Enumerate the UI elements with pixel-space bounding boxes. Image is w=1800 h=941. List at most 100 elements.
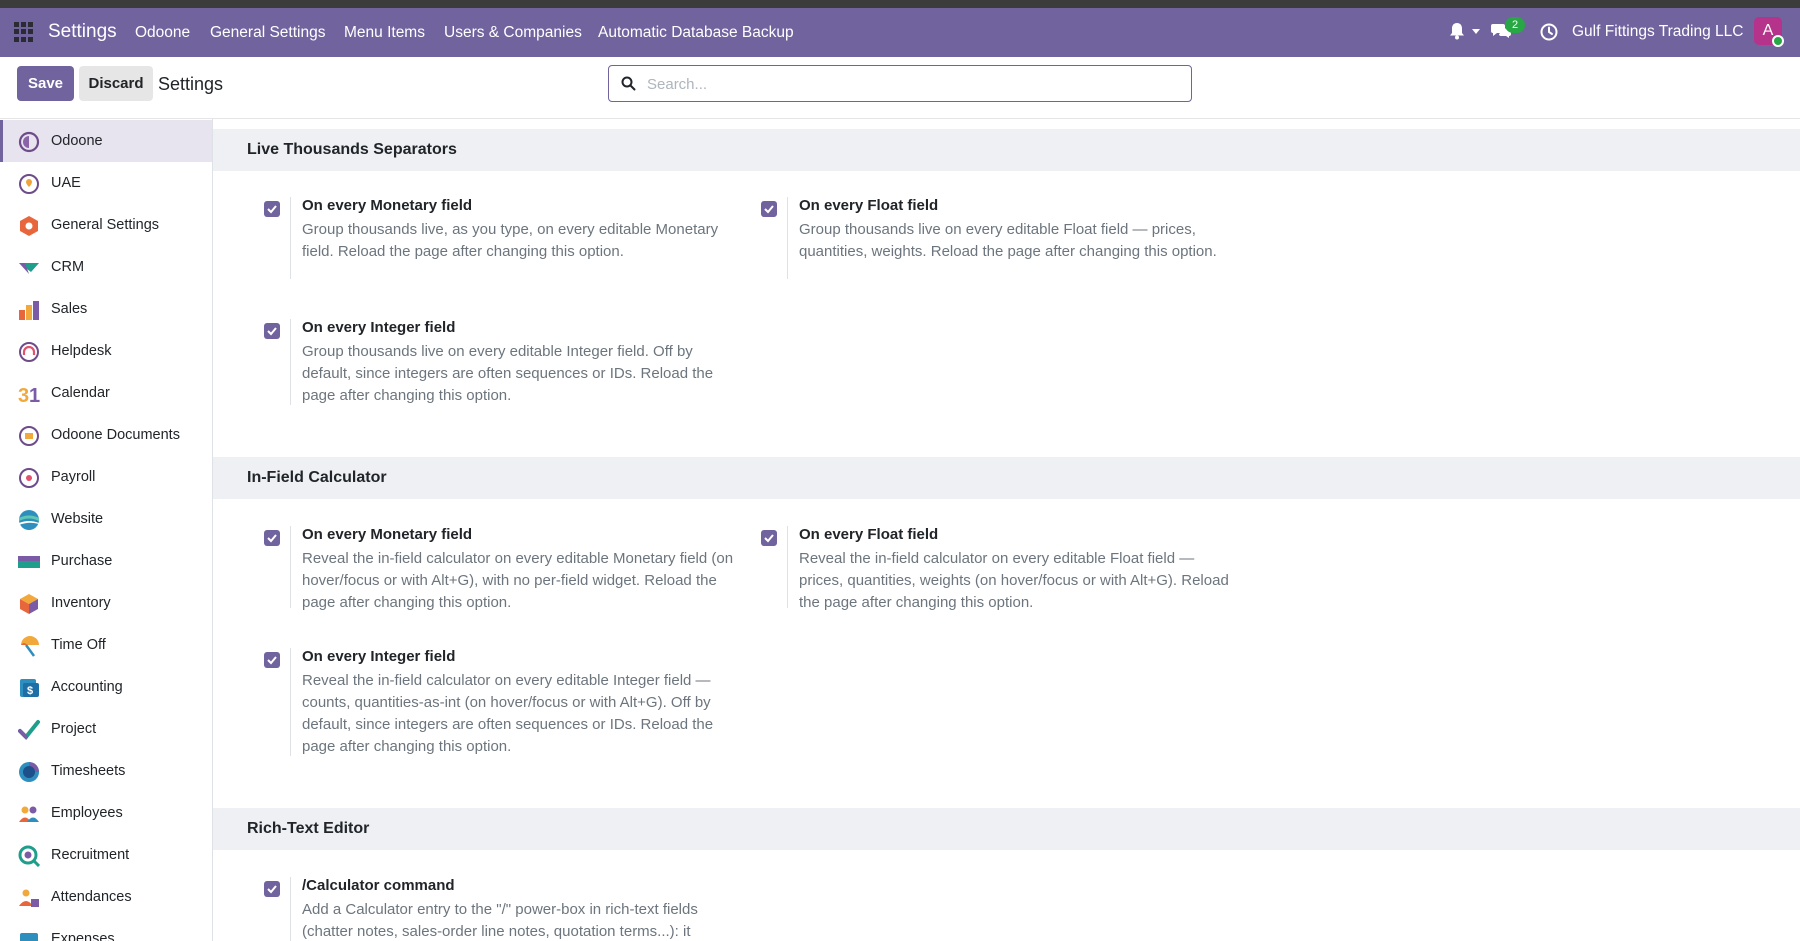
sidebar-item-helpdesk[interactable]: Helpdesk (0, 330, 212, 372)
section-title: Live Thousands Separators (247, 141, 457, 158)
setting-divider (787, 526, 788, 608)
sidebar-item-label: Odoone Documents (51, 427, 180, 443)
discard-button[interactable]: Discard (79, 66, 153, 101)
setting-checkbox[interactable] (264, 881, 280, 897)
online-status-dot (1772, 35, 1784, 47)
general-settings-icon (20, 216, 38, 236)
settings-content: Live Thousands Separators On every Monet… (213, 119, 1800, 941)
setting-description: Add a Calculator entry to the "/" power-… (302, 901, 698, 940)
sidebar-item-crm[interactable]: CRM (0, 246, 212, 288)
inventory-icon (20, 594, 38, 614)
timesheets-icon (19, 762, 39, 782)
setting-description: Group thousands live on every editable I… (302, 343, 714, 404)
check-icon (267, 656, 277, 665)
attendances-icon (19, 889, 39, 907)
setting-title: On every Integer field (302, 319, 456, 336)
sidebar-item-uae[interactable]: UAE (0, 162, 212, 204)
sidebar-item-sales[interactable]: Sales (0, 288, 212, 330)
setting-checkbox[interactable] (264, 652, 280, 668)
section-header-rich-text-editor: Rich-Text Editor (213, 808, 1800, 850)
setting-checkbox[interactable] (264, 530, 280, 546)
sidebar-item-recruitment[interactable]: Recruitment (0, 834, 212, 876)
bell-icon[interactable] (1449, 22, 1465, 40)
setting-description: Group thousands live, as you type, on ev… (302, 221, 719, 260)
sidebar-item-calendar[interactable]: 31 Calendar (0, 372, 212, 414)
app-menu-grid-icon[interactable] (14, 22, 34, 42)
save-button[interactable]: Save (17, 66, 74, 101)
setting-divider (290, 526, 291, 608)
setting-divider (290, 319, 291, 405)
search-box[interactable] (608, 65, 1192, 102)
helpdesk-icon (19, 342, 39, 362)
sidebar-item-website[interactable]: Website (0, 498, 212, 540)
sidebar-item-label: Accounting (51, 679, 123, 695)
setting-checkbox[interactable] (264, 201, 280, 217)
menu-general-settings[interactable]: General Settings (210, 24, 325, 42)
sidebar-item-label: General Settings (51, 217, 160, 233)
setting-title: /Calculator command (302, 877, 455, 894)
sidebar-item-purchase[interactable]: Purchase (0, 540, 212, 582)
check-icon (267, 534, 277, 543)
sidebar-item-payroll[interactable]: Payroll (0, 456, 212, 498)
sidebar-item-label: Website (51, 511, 104, 527)
sidebar-item-label: Expenses (51, 931, 115, 941)
menu-users-companies[interactable]: Users & Companies (444, 24, 582, 42)
sidebar-item-label: Time Off (51, 637, 106, 653)
activity-clock-icon[interactable] (1540, 23, 1558, 41)
website-icon (19, 510, 39, 530)
company-switcher[interactable]: Gulf Fittings Trading LLC (1572, 23, 1743, 41)
setting-description: Reveal the in-field calculator on every … (302, 672, 714, 755)
sidebar-item-label: Helpdesk (51, 343, 112, 359)
setting-item: On every Integer field Reveal the in-fie… (264, 648, 724, 758)
setting-title: On every Float field (799, 197, 939, 214)
sidebar-item-inventory[interactable]: Inventory (0, 582, 212, 624)
setting-description: Group thousands live on every editable F… (799, 221, 1217, 260)
calendar-icon: 31 (18, 385, 40, 405)
sidebar-item-attendances[interactable]: Attendances (0, 876, 212, 918)
sidebar-item-expenses[interactable]: Expenses (0, 918, 212, 941)
sidebar-item-accounting[interactable]: $ Accounting (0, 666, 212, 708)
sidebar-item-project[interactable]: Project (0, 708, 212, 750)
menu-odoone[interactable]: Odoone (135, 24, 190, 42)
menu-menu-items[interactable]: Menu Items (344, 24, 425, 42)
setting-item: On every Monetary field Group thousands … (264, 197, 724, 297)
accounting-icon: $ (20, 679, 39, 697)
sidebar-item-label: Employees (51, 805, 123, 821)
setting-divider (787, 197, 788, 279)
sidebar-item-general-settings[interactable]: General Settings (0, 204, 212, 246)
time-off-icon (21, 636, 39, 657)
setting-divider (290, 877, 291, 941)
employees-icon (19, 806, 39, 822)
check-icon (764, 205, 774, 214)
recruitment-icon (18, 845, 40, 867)
sidebar-item-timesheets[interactable]: Timesheets (0, 750, 212, 792)
sidebar-item-label: UAE (51, 175, 81, 191)
search-input[interactable] (647, 73, 1167, 95)
setting-checkbox[interactable] (761, 201, 777, 217)
setting-title: On every Float field (799, 526, 939, 543)
sidebar-item-odoone-documents[interactable]: Odoone Documents (0, 414, 212, 456)
chevron-down-icon[interactable] (1472, 29, 1480, 34)
control-panel: Save Discard Settings (0, 57, 1800, 119)
sidebar-item-odoone[interactable]: Odoone (0, 120, 212, 162)
setting-item: On every Float field Reveal the in-field… (761, 526, 1229, 626)
setting-title: On every Monetary field (302, 526, 473, 543)
check-icon (267, 205, 277, 214)
window-top-strip (0, 0, 1800, 8)
setting-divider (290, 197, 291, 279)
sidebar-item-employees[interactable]: Employees (0, 792, 212, 834)
setting-title: On every Integer field (302, 648, 456, 665)
sidebar-item-label: Attendances (51, 889, 132, 905)
setting-title: On every Monetary field (302, 197, 473, 214)
setting-checkbox[interactable] (264, 323, 280, 339)
setting-checkbox[interactable] (761, 530, 777, 546)
navbar-brand[interactable]: Settings (48, 21, 117, 43)
setting-item: On every Integer field Group thousands l… (264, 319, 724, 419)
svg-text:1: 1 (29, 385, 40, 405)
sidebar-item-time-off[interactable]: Time Off (0, 624, 212, 666)
check-icon (764, 534, 774, 543)
crm-icon (19, 263, 39, 274)
section-header-live-thousands-separators: Live Thousands Separators (213, 129, 1800, 171)
menu-automatic-database-backup[interactable]: Automatic Database Backup (598, 24, 794, 42)
odoone-icon (18, 131, 40, 153)
